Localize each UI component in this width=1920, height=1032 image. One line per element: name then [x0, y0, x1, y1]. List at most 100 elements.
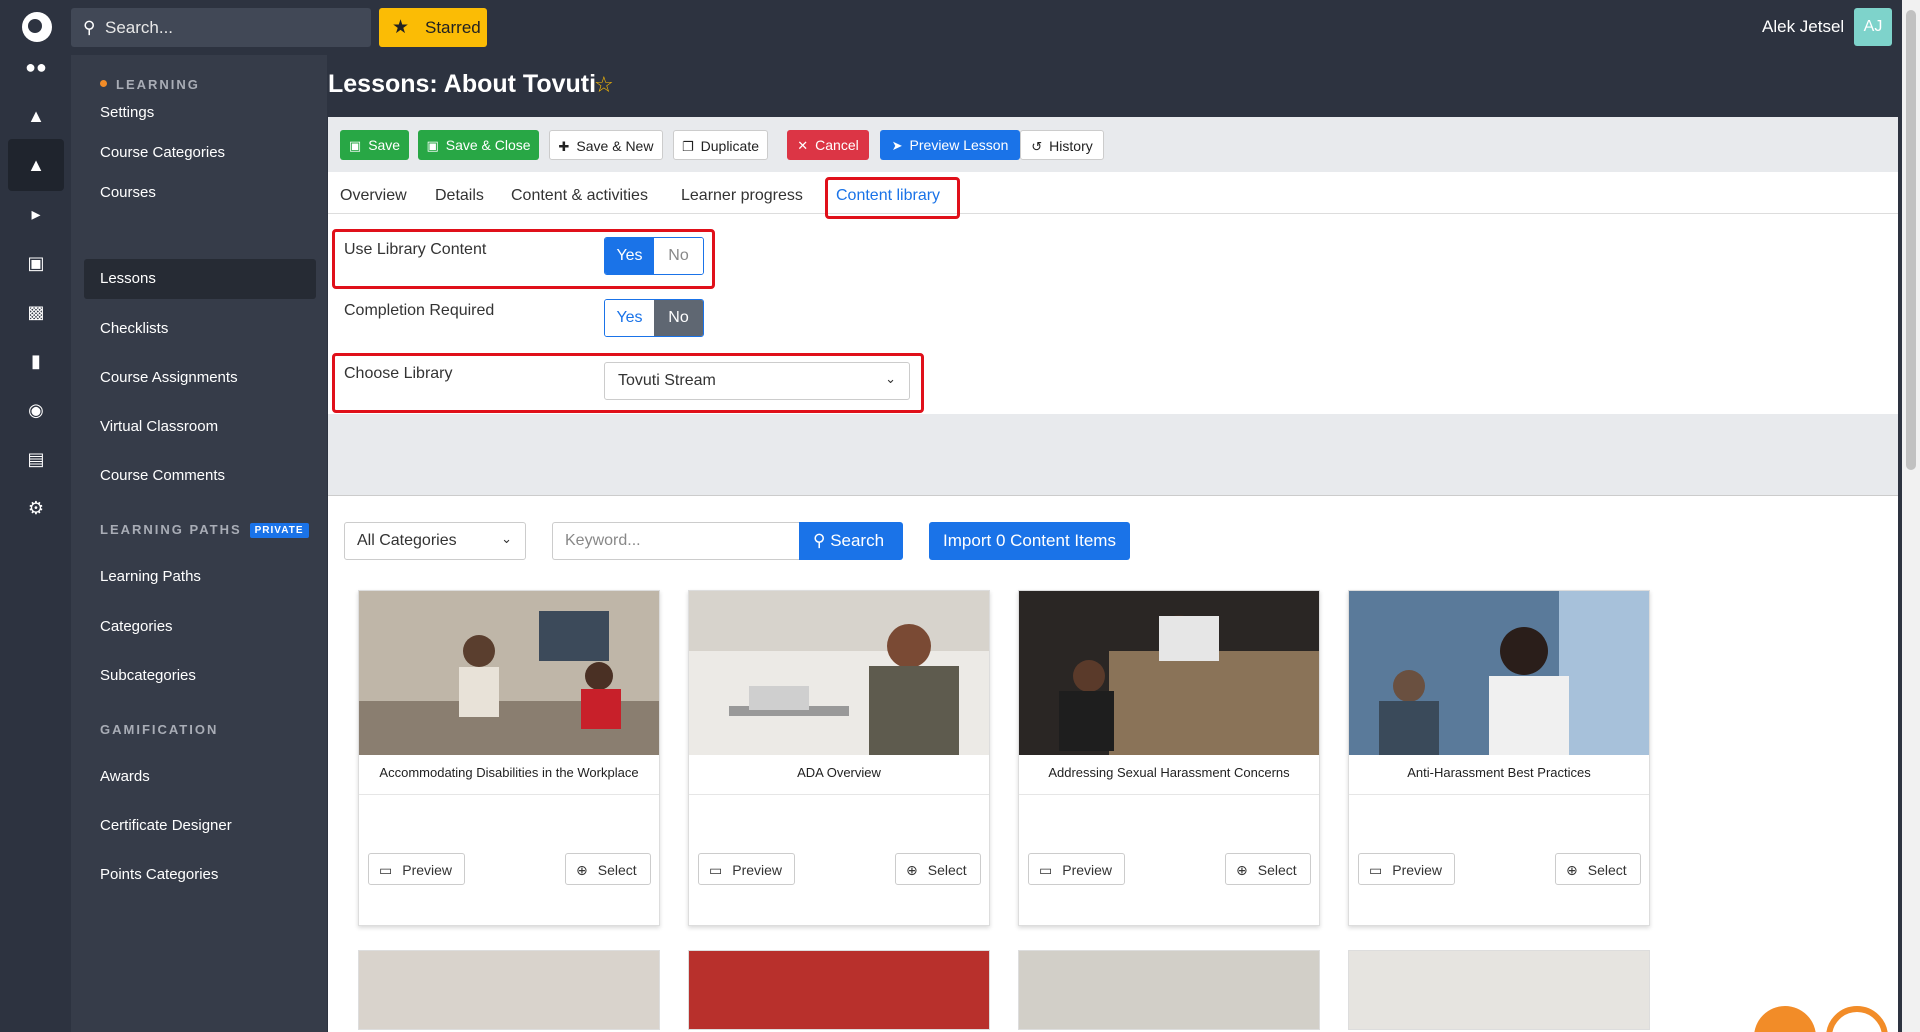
starred-button[interactable]: ★ Starred [379, 8, 487, 47]
card-title: Addressing Sexual Harassment Concerns [1048, 765, 1290, 780]
preview-lesson-button[interactable]: ➤ Preview Lesson [880, 130, 1020, 160]
sidebar-item-course-assignments[interactable]: Course Assignments [84, 358, 316, 398]
search-icon: ⚲ [83, 18, 96, 37]
tab-overview[interactable]: Overview [340, 187, 407, 205]
preview-button[interactable]: ▭ Preview [368, 853, 465, 885]
close-icon: ✕ [797, 138, 809, 153]
chevron-down-icon: ⌄ [501, 531, 512, 546]
preview-button[interactable]: ▭ Preview [698, 853, 795, 885]
use-library-label: Use Library Content [344, 241, 487, 258]
megaphone-icon[interactable]: ▸ [8, 188, 64, 240]
user-name[interactable]: Alek Jetsel [1762, 17, 1844, 37]
content-card: Accommodating Disabilities in the Workpl… [358, 590, 660, 926]
completion-required-label: Completion Required [344, 302, 495, 319]
app-logo[interactable] [22, 12, 52, 42]
search-button[interactable]: ⚲ Search [799, 522, 903, 560]
card-title: Anti-Harassment Best Practices [1407, 765, 1591, 780]
completion-required-toggle[interactable]: Yes No [604, 299, 704, 337]
content-card: ADA Overview ▭ Preview ⊕ Select [688, 590, 990, 926]
page-scrollbar[interactable] [1902, 0, 1920, 1032]
select-button[interactable]: ⊕ Select [895, 853, 981, 885]
select-button[interactable]: ⊕ Select [1225, 853, 1311, 885]
sidebar-item-learning-paths[interactable]: Learning Paths [84, 557, 316, 597]
sidebar-item-certificate-designer[interactable]: Certificate Designer [84, 806, 316, 846]
history-button[interactable]: ↺ History [1020, 130, 1104, 160]
sidebar-item-checklists[interactable]: Checklists [84, 309, 316, 349]
save-new-button[interactable]: ✚ Save & New [549, 130, 663, 160]
copy-icon: ❐ [681, 139, 694, 154]
use-library-no[interactable]: No [654, 238, 703, 274]
chat-widget-button[interactable] [1754, 1006, 1816, 1032]
tab-bar: Overview Details Content & activities Le… [328, 172, 1898, 214]
content-card-partial [1348, 950, 1650, 1030]
users-icon[interactable]: ●● [8, 41, 64, 93]
calendar-icon[interactable]: ▤ [8, 433, 64, 485]
card-thumbnail [359, 591, 659, 755]
sidebar-item-settings[interactable]: Settings [84, 93, 316, 133]
sidebar-item-categories[interactable]: Categories [84, 607, 316, 647]
category-filter-select[interactable]: All Categories ⌄ [344, 522, 526, 560]
save-close-button[interactable]: ▣ Save & Close [418, 130, 539, 160]
plus-icon: ✚ [558, 139, 570, 154]
chart-icon[interactable]: ▩ [8, 286, 64, 338]
monitor-icon: ▭ [1039, 862, 1053, 878]
global-search-input[interactable]: ⚲ Search... [71, 8, 371, 47]
content-card-partial [358, 950, 660, 1030]
tab-content-activities[interactable]: Content & activities [511, 187, 648, 205]
highlight-tab-content-library [825, 177, 960, 219]
palette-icon[interactable]: ◉ [8, 384, 64, 436]
tab-details[interactable]: Details [435, 187, 484, 205]
divider [689, 794, 989, 795]
sidebar-item-subcategories[interactable]: Subcategories [84, 656, 316, 696]
monitor-icon: ▭ [1369, 862, 1383, 878]
card-title: ADA Overview [797, 765, 881, 780]
duplicate-button[interactable]: ❐ Duplicate [673, 130, 768, 160]
divider [1019, 794, 1319, 795]
completion-no[interactable]: No [654, 300, 703, 336]
use-library-yes[interactable]: Yes [605, 238, 654, 274]
sidebar-item-points-categories[interactable]: Points Categories [84, 855, 316, 895]
money-icon[interactable]: ▣ [8, 237, 64, 289]
select-button[interactable]: ⊕ Select [1555, 853, 1641, 885]
tab-learner-progress[interactable]: Learner progress [681, 187, 803, 205]
preview-button[interactable]: ▭ Preview [1028, 853, 1125, 885]
sidebar-item-course-categories[interactable]: Course Categories [84, 133, 316, 173]
sidebar-heading-learning: LEARNING [100, 77, 200, 92]
card-thumbnail [1019, 591, 1319, 755]
library-select-value: Tovuti Stream [618, 372, 716, 389]
content-card-partial [1018, 950, 1320, 1030]
select-button[interactable]: ⊕ Select [565, 853, 651, 885]
cancel-button[interactable]: ✕ Cancel [787, 130, 869, 160]
main-content: ▣ Save ▣ Save & Close ✚ Save & New ❐ Duplica… [328, 117, 1898, 1032]
graduation-cap-icon[interactable]: ▲ [8, 139, 64, 191]
scrollbar-thumb[interactable] [1906, 10, 1916, 470]
import-button[interactable]: Import 0 Content Items [929, 522, 1130, 560]
avatar[interactable]: AJ [1854, 8, 1892, 46]
section-divider [328, 414, 1898, 496]
sidebar: LEARNING Settings Course Categories Cour… [71, 55, 327, 1032]
divider [359, 794, 659, 795]
completion-yes[interactable]: Yes [605, 300, 654, 336]
preview-button[interactable]: ▭ Preview [1358, 853, 1455, 885]
content-card-partial [688, 950, 990, 1030]
monitor-icon: ▭ [379, 862, 393, 878]
history-icon: ↺ [1031, 139, 1043, 154]
sidebar-item-awards[interactable]: Awards [84, 757, 316, 797]
sidebar-heading-gamification: GAMIFICATION [100, 722, 219, 737]
sidebar-item-course-comments[interactable]: Course Comments [84, 456, 316, 496]
chat-icon[interactable]: ▮ [8, 335, 64, 387]
library-select[interactable]: Tovuti Stream ⌄ [604, 362, 910, 400]
save-button[interactable]: ▣ Save [340, 130, 409, 160]
search-placeholder: Search... [105, 18, 174, 37]
sidebar-item-courses[interactable]: Courses [84, 173, 316, 213]
rocket-icon: ➤ [891, 138, 903, 153]
help-widget-button[interactable] [1826, 1006, 1888, 1032]
sidebar-item-virtual-classroom[interactable]: Virtual Classroom [84, 407, 316, 447]
gear-icon[interactable]: ⚙ [8, 482, 64, 534]
favorite-star-icon[interactable]: ☆ [594, 72, 614, 98]
shapes-icon[interactable]: ▲ [8, 90, 64, 142]
plus-circle-icon: ⊕ [1236, 862, 1248, 878]
keyword-input[interactable]: Keyword... [552, 522, 799, 560]
use-library-toggle[interactable]: Yes No [604, 237, 704, 275]
sidebar-item-lessons[interactable]: Lessons [84, 259, 316, 299]
